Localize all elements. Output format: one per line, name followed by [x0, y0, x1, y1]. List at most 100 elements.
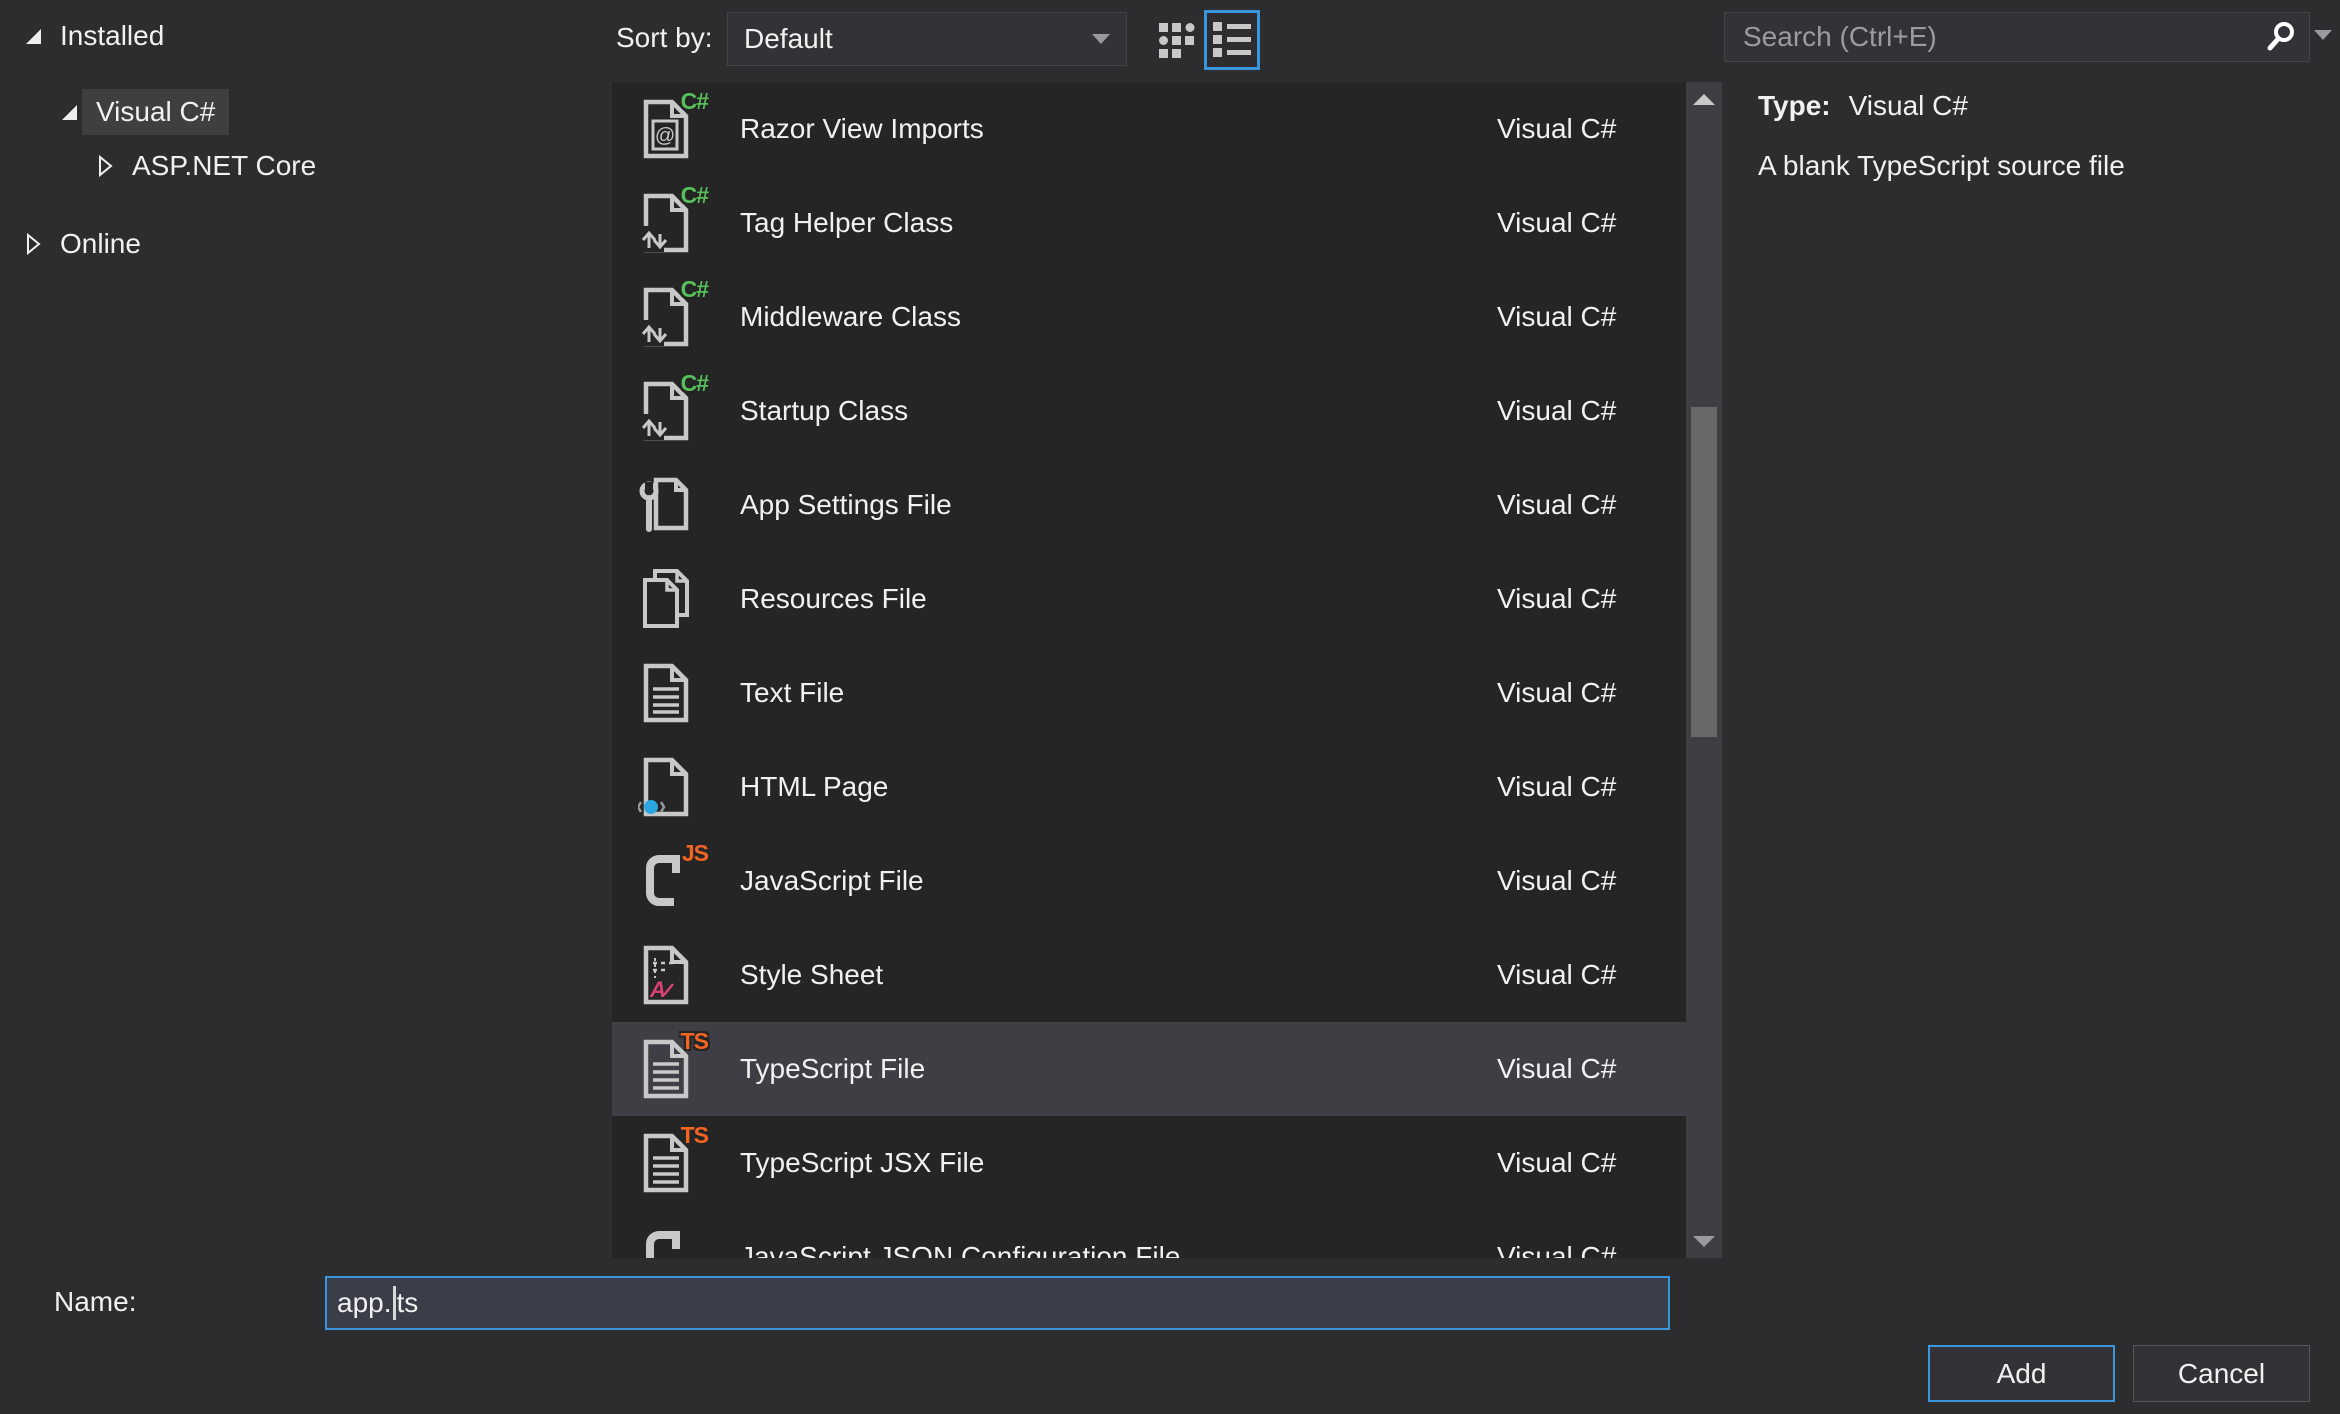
name-input[interactable]: app. ts: [325, 1276, 1670, 1330]
list-item-type: Visual C#: [1497, 395, 1617, 426]
cancel-button[interactable]: Cancel: [2133, 1345, 2310, 1402]
text-caret: [392, 1286, 396, 1320]
list-item-type: Visual C#: [1497, 865, 1617, 896]
type-label: Type:: [1758, 90, 1831, 121]
collapse-icon[interactable]: [20, 23, 46, 49]
list-item-type: Visual C#: [1497, 207, 1617, 238]
list-item-type: Visual C#: [1497, 489, 1617, 520]
c-badge: C#: [680, 182, 709, 208]
footer-bar: Name: app. ts Add Cancel: [0, 1258, 2340, 1414]
tree-item-label: Online: [60, 228, 141, 259]
list-item-label: JavaScript JSON Configuration File: [740, 1241, 1181, 1258]
typescript-jsx-icon: TS: [638, 1122, 709, 1194]
tree-item-visual-c[interactable]: Visual C#: [0, 89, 612, 135]
list-item-label: HTML Page: [740, 771, 889, 802]
list-item-startup-class[interactable]: C# Startup Class Visual C#: [612, 364, 1686, 458]
list-item-html-page[interactable]: HTML Page Visual C#: [612, 740, 1686, 834]
expand-icon[interactable]: [20, 231, 46, 257]
style-sheet-icon: A: [638, 944, 694, 1006]
search-options-chevron-icon[interactable]: [2314, 30, 2332, 40]
name-value-after-caret: ts: [396, 1287, 419, 1318]
resources-file-icon: [638, 568, 694, 630]
type-value: Visual C#: [1848, 90, 1968, 121]
tree-item-asp-net-core[interactable]: ASP.NET Core: [0, 144, 612, 188]
list-item-typescript-jsx-file[interactable]: TS TypeScript JSX File Visual C#: [612, 1116, 1686, 1210]
list-item-tag-helper-class[interactable]: C# Tag Helper Class Visual C#: [612, 176, 1686, 270]
list-item-label: Tag Helper Class: [740, 207, 954, 238]
list-view-button[interactable]: [1204, 10, 1260, 70]
javascript-file-icon: JS: [638, 840, 709, 912]
sort-by-value: Default: [744, 23, 833, 54]
list-item-label: App Settings File: [740, 489, 952, 520]
csharp-class-icon: C#: [638, 370, 709, 442]
typescript-file-icon: TS: [638, 1028, 709, 1100]
expand-icon[interactable]: [92, 153, 118, 179]
template-details-pane: Type: Visual C# A blank TypeScript sourc…: [1758, 90, 2318, 182]
list-item-javascript-json-configuration-file[interactable]: JavaScript JSON Configuration File Visual…: [612, 1210, 1686, 1258]
add-button-label: Add: [1996, 1357, 2047, 1389]
ts-badge: TS: [680, 1028, 709, 1054]
add-button[interactable]: Add: [1928, 1345, 2115, 1402]
cancel-button-label: Cancel: [2177, 1357, 2266, 1389]
list-item-label: Style Sheet: [740, 959, 884, 990]
list-item-label: TypeScript File: [740, 1053, 926, 1084]
arrow-up-icon: [1693, 93, 1715, 105]
name-value-before-caret: app.: [337, 1287, 392, 1318]
js-badge: JS: [681, 840, 709, 866]
list-item-middleware-class[interactable]: C# Middleware Class Visual C#: [612, 270, 1686, 364]
ts-badge: TS: [680, 1122, 709, 1148]
medium-icons-view-icon: [1159, 23, 1195, 58]
list-item-type: Visual C#: [1497, 1053, 1617, 1084]
tree-item-label: Installed: [60, 20, 165, 51]
list-item-type: Visual C#: [1497, 959, 1617, 990]
sort-by-dropdown[interactable]: Default: [727, 12, 1127, 66]
app-settings-icon: [638, 474, 694, 536]
search-input[interactable]: [1725, 21, 2253, 53]
template-list: @ C# Razor View Imports Visual C# C# Tag Hel…: [612, 82, 1686, 1258]
search-box[interactable]: [1724, 12, 2310, 62]
csharp-class-icon: C#: [638, 276, 709, 348]
tree-item-label: ASP.NET Core: [132, 150, 317, 181]
scroll-up-button[interactable]: [1686, 82, 1722, 116]
sort-by-label: Sort by:: [616, 22, 713, 53]
list-item-label: Text File: [740, 677, 845, 708]
category-tree: Installed Visual C# ASP.NET Core Online: [0, 0, 612, 1258]
tree-item-label: Visual C#: [82, 89, 230, 135]
list-item-type: Visual C#: [1497, 583, 1617, 614]
json-config-icon: [638, 1226, 694, 1258]
magnifier-icon[interactable]: [2253, 13, 2309, 61]
list-item-label: Razor View Imports: [740, 113, 984, 144]
html-page-icon: [638, 756, 694, 818]
scrollbar-thumb[interactable]: [1691, 407, 1717, 737]
list-item-razor-view-imports[interactable]: @ C# Razor View Imports Visual C#: [612, 82, 1686, 176]
name-label: Name:: [54, 1286, 137, 1317]
text-file-icon: [638, 662, 694, 724]
template-description: A blank TypeScript source file: [1758, 150, 2125, 181]
list-item-type: Visual C#: [1497, 1241, 1617, 1258]
list-item-style-sheet[interactable]: A Style Sheet Visual C#: [612, 928, 1686, 1022]
list-item-app-settings-file[interactable]: App Settings File Visual C#: [612, 458, 1686, 552]
razor-view-imports-icon: @ C#: [638, 88, 709, 160]
tree-item-online[interactable]: Online: [0, 222, 612, 266]
list-item-type: Visual C#: [1497, 771, 1617, 802]
csharp-class-icon: C#: [638, 182, 709, 254]
list-item-label: JavaScript File: [740, 865, 924, 896]
list-item-type: Visual C#: [1497, 301, 1617, 332]
c-badge: C#: [680, 276, 709, 302]
arrow-down-icon: [1693, 1235, 1715, 1247]
list-toolbar: Sort by: Default: [612, 0, 1722, 82]
list-item-text-file[interactable]: Text File Visual C#: [612, 646, 1686, 740]
tree-item-installed[interactable]: Installed: [0, 14, 612, 58]
list-scrollbar[interactable]: [1686, 82, 1722, 1258]
collapse-icon[interactable]: [56, 99, 82, 125]
list-item-type: Visual C#: [1497, 1147, 1617, 1178]
list-item-typescript-file[interactable]: TS TypeScript File Visual C#: [612, 1022, 1686, 1116]
list-item-label: Startup Class: [740, 395, 909, 426]
list-item-label: Middleware Class: [740, 301, 961, 332]
scroll-down-button[interactable]: [1686, 1224, 1722, 1258]
svg-text:A: A: [649, 977, 666, 1002]
list-item-javascript-file[interactable]: JS JavaScript File Visual C#: [612, 834, 1686, 928]
medium-icons-view-button[interactable]: [1152, 14, 1206, 68]
list-item-resources-file[interactable]: Resources File Visual C#: [612, 552, 1686, 646]
list-item-type: Visual C#: [1497, 113, 1617, 144]
